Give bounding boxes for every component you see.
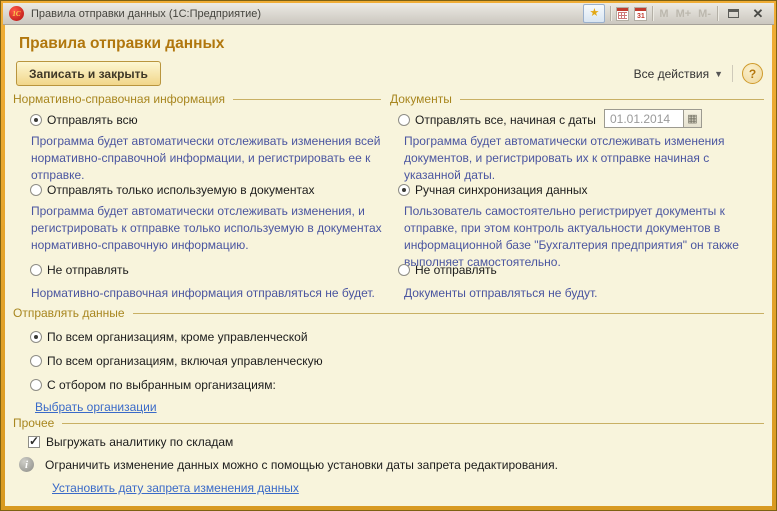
all-actions-button[interactable]: Все действия ▼ [634, 67, 723, 81]
titlebar-separator [610, 6, 611, 21]
start-date-input[interactable] [604, 109, 684, 128]
radio-nsi-dont-send[interactable]: Не отправлять [30, 262, 129, 277]
radio-orgs-except-management[interactable]: По всем организациям, кроме управленческ… [30, 329, 308, 344]
select-organizations-link[interactable]: Выбрать организации [35, 400, 157, 414]
radio-icon [30, 114, 42, 126]
titlebar: 1С Правила отправки данных (1С:Предприят… [3, 3, 774, 25]
1c-logo-icon: 1С [9, 6, 24, 21]
info-text: Ограничить изменение данных можно с помо… [45, 458, 558, 472]
radio-icon [398, 264, 410, 276]
radio-label: Отправлять все, начиная с даты [415, 113, 596, 127]
info-note: i Ограничить изменение данных можно с по… [19, 457, 558, 472]
radio-orgs-selected[interactable]: С отбором по выбранным организациям: [30, 377, 276, 392]
titlebar-separator [717, 6, 718, 21]
calculator-icon[interactable] [616, 7, 629, 21]
memory-m-plus-button: М+ [675, 8, 693, 20]
desc-docs-dont-send: Документы отправляться не будут. [404, 285, 762, 302]
desc-docs-manual-sync: Пользователь самостоятельно регистрирует… [404, 203, 762, 271]
group-send-data: Отправлять данные [13, 305, 764, 320]
info-icon: i [19, 457, 34, 472]
close-button[interactable]: ✕ [748, 6, 768, 22]
all-actions-label: Все действия [634, 67, 709, 81]
radio-label: С отбором по выбранным организациям: [47, 378, 276, 392]
command-bar-right: Все действия ▼ ? [634, 63, 763, 84]
group-nsi: Нормативно-справочная информация [13, 91, 381, 106]
radio-orgs-including-management[interactable]: По всем организациям, включая управленче… [30, 353, 323, 368]
desc-nsi-used-only: Программа будет автоматически отслеживат… [31, 203, 385, 254]
radio-docs-dont-send[interactable]: Не отправлять [398, 262, 497, 277]
radio-icon [30, 331, 42, 343]
maximize-icon [728, 9, 739, 18]
group-line [233, 99, 381, 100]
radio-label: Не отправлять [415, 263, 497, 277]
group-other-title: Прочее [13, 416, 54, 430]
group-nsi-title: Нормативно-справочная информация [13, 92, 225, 106]
radio-icon [30, 184, 42, 196]
checkbox-label: Выгружать аналитику по складам [46, 435, 233, 449]
radio-label: Отправлять всю [47, 113, 138, 127]
radio-label: Не отправлять [47, 263, 129, 277]
group-documents: Документы [390, 91, 764, 106]
group-send-data-title: Отправлять данные [13, 306, 125, 320]
radio-icon [30, 264, 42, 276]
radio-label: По всем организациям, кроме управленческ… [47, 330, 308, 344]
radio-icon [30, 379, 42, 391]
radio-icon [398, 114, 410, 126]
radio-icon [30, 355, 42, 367]
page-title: Правила отправки данных [19, 35, 224, 53]
group-line [133, 313, 764, 314]
radio-label: По всем организациям, включая управленче… [47, 354, 323, 368]
checkbox-export-warehouse-analytics[interactable]: ✓ Выгружать аналитику по складам [28, 435, 233, 449]
maximize-button[interactable] [723, 6, 743, 22]
check-icon: ✓ [29, 434, 39, 448]
window-title: Правила отправки данных (1С:Предприятие) [31, 8, 576, 20]
radio-docs-manual-sync[interactable]: Ручная синхронизация данных [398, 182, 588, 197]
radio-icon [398, 184, 410, 196]
save-and-close-button[interactable]: Записать и закрыть [16, 61, 161, 86]
desc-docs-send-from-date: Программа будет автоматически отслеживат… [404, 133, 762, 184]
radio-label: Отправлять только используемую в докумен… [47, 183, 315, 197]
radio-label: Ручная синхронизация данных [415, 183, 588, 197]
chevron-down-icon: ▼ [714, 69, 723, 79]
close-icon: ✕ [753, 7, 764, 20]
group-other: Прочее [13, 415, 764, 430]
date-picker-button[interactable]: ▦ [684, 109, 702, 128]
star-icon: ★ [589, 8, 599, 19]
radio-nsi-used-only[interactable]: Отправлять только используемую в докумен… [30, 182, 315, 197]
favorites-button[interactable]: ★ [583, 4, 605, 23]
titlebar-separator [652, 6, 653, 21]
checkbox-icon: ✓ [28, 436, 40, 448]
titlebar-buttons: ★ 31 М М+ М- ✕ [583, 4, 768, 23]
group-documents-title: Документы [390, 92, 452, 106]
desc-nsi-dont-send: Нормативно-справочная информация отправл… [31, 285, 391, 302]
group-line [62, 423, 764, 424]
set-restriction-date-link[interactable]: Установить дату запрета изменения данных [52, 481, 299, 495]
calendar-icon[interactable]: 31 [634, 7, 647, 21]
app-window: 1С Правила отправки данных (1С:Предприят… [0, 0, 777, 511]
memory-m-button: М [658, 8, 669, 20]
date-field-group: ▦ [604, 109, 702, 128]
radio-nsi-send-all[interactable]: Отправлять всю [30, 112, 138, 127]
radio-docs-send-from-date[interactable]: Отправлять все, начиная с даты [398, 112, 596, 127]
desc-nsi-send-all: Программа будет автоматически отслеживат… [31, 133, 385, 184]
group-line [460, 99, 764, 100]
date-picker-icon: ▦ [687, 112, 697, 125]
separator [732, 65, 733, 82]
help-button[interactable]: ? [742, 63, 763, 84]
memory-m-minus-button: М- [697, 8, 712, 20]
